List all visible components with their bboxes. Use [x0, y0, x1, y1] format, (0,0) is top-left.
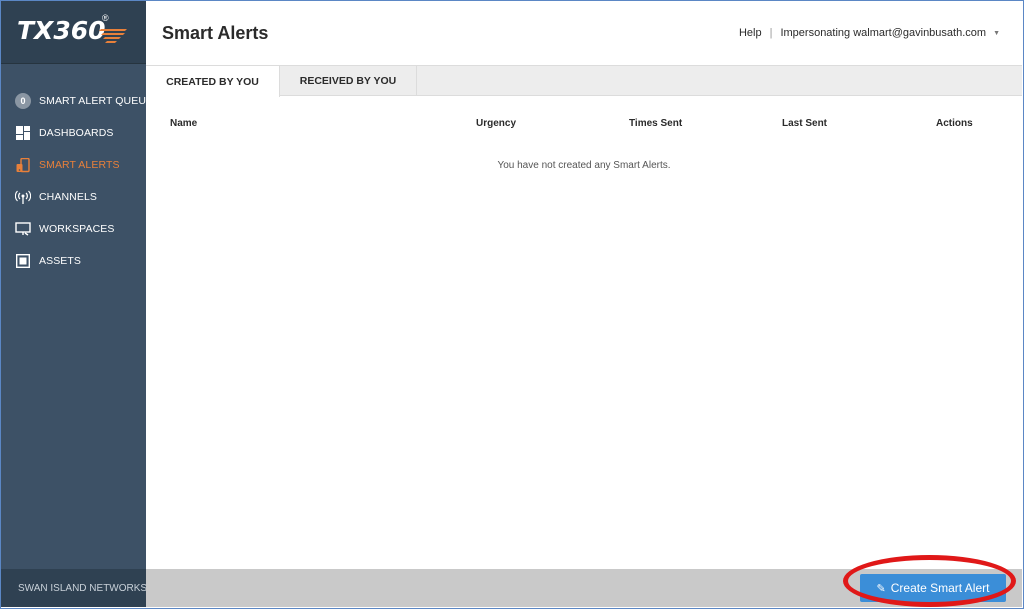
sidebar-item-label: SMART ALERT QUEUE	[39, 95, 154, 107]
sidebar-item-label: SMART ALERTS	[39, 159, 120, 171]
page-header: Smart Alerts Help | Impersonating walmar…	[146, 1, 1022, 65]
action-bar: ✎ Create Smart Alert	[146, 569, 1022, 607]
tab-received-by-you[interactable]: RECEIVED BY YOU	[280, 65, 417, 96]
impersonation-dropdown[interactable]: Impersonating walmart@gavinbusath.com	[780, 27, 986, 39]
column-header-actions: Actions	[936, 118, 973, 129]
sidebar-item-label: CHANNELS	[39, 191, 97, 203]
queue-count: 0	[15, 93, 31, 109]
help-link[interactable]: Help	[739, 27, 762, 39]
sidebar-item-workspaces[interactable]: WORKSPACES	[1, 213, 146, 245]
create-smart-alert-label: Create Smart Alert	[890, 581, 990, 595]
registered-mark: ®	[102, 13, 109, 23]
logo[interactable]: TX360 ®	[1, 1, 146, 64]
sidebar-item-label: ASSETS	[39, 255, 82, 267]
dashboard-grid-icon	[15, 125, 31, 141]
tab-bar: CREATED BY YOU RECEIVED BY YOU	[146, 65, 1022, 97]
tab-created-by-you[interactable]: CREATED BY YOU	[146, 65, 280, 97]
sidebar-item-label: DASHBOARDS	[39, 127, 114, 139]
logo-text: TX360	[17, 16, 106, 45]
smart-alerts-table: Name Urgency Times Sent Last Sent Action…	[146, 97, 1022, 569]
sidebar: TX360 ® 0 SMART ALERT QUEUE DASHBOARDS S…	[1, 1, 153, 607]
pencil-icon: ✎	[876, 582, 886, 595]
footer-brand: SWAN ISLAND NETWORKS	[18, 582, 148, 594]
chevron-down-icon[interactable]: ▼	[993, 30, 1000, 37]
smart-alerts-icon	[15, 157, 31, 173]
column-header-times-sent[interactable]: Times Sent	[629, 118, 682, 129]
sidebar-nav: 0 SMART ALERT QUEUE DASHBOARDS SMART ALE…	[1, 85, 153, 277]
sidebar-item-smart-alerts[interactable]: SMART ALERTS	[1, 149, 146, 181]
sidebar-item-channels[interactable]: CHANNELS	[1, 181, 146, 213]
header-user-menu: Help | Impersonating walmart@gavinbusath…	[739, 27, 1000, 39]
queue-count-badge: 0	[15, 93, 31, 109]
broadcast-antenna-icon	[15, 189, 31, 205]
empty-state-message: You have not created any Smart Alerts.	[497, 160, 671, 171]
column-header-name[interactable]: Name	[170, 118, 197, 129]
column-header-urgency[interactable]: Urgency	[476, 118, 516, 129]
asset-box-icon	[15, 253, 31, 269]
sidebar-item-smart-alert-queue[interactable]: 0 SMART ALERT QUEUE	[1, 85, 153, 117]
monitor-icon	[15, 221, 31, 237]
sidebar-footer: SWAN ISLAND NETWORKS	[1, 569, 148, 607]
create-smart-alert-button[interactable]: ✎ Create Smart Alert	[860, 574, 1006, 602]
sidebar-item-assets[interactable]: ASSETS	[1, 245, 146, 277]
sidebar-item-label: WORKSPACES	[39, 223, 115, 235]
sidebar-item-dashboards[interactable]: DASHBOARDS	[1, 117, 146, 149]
logo-speed-lines-icon	[99, 29, 127, 43]
header-separator: |	[769, 27, 773, 39]
column-header-last-sent[interactable]: Last Sent	[782, 118, 827, 129]
page-title: Smart Alerts	[162, 23, 269, 43]
